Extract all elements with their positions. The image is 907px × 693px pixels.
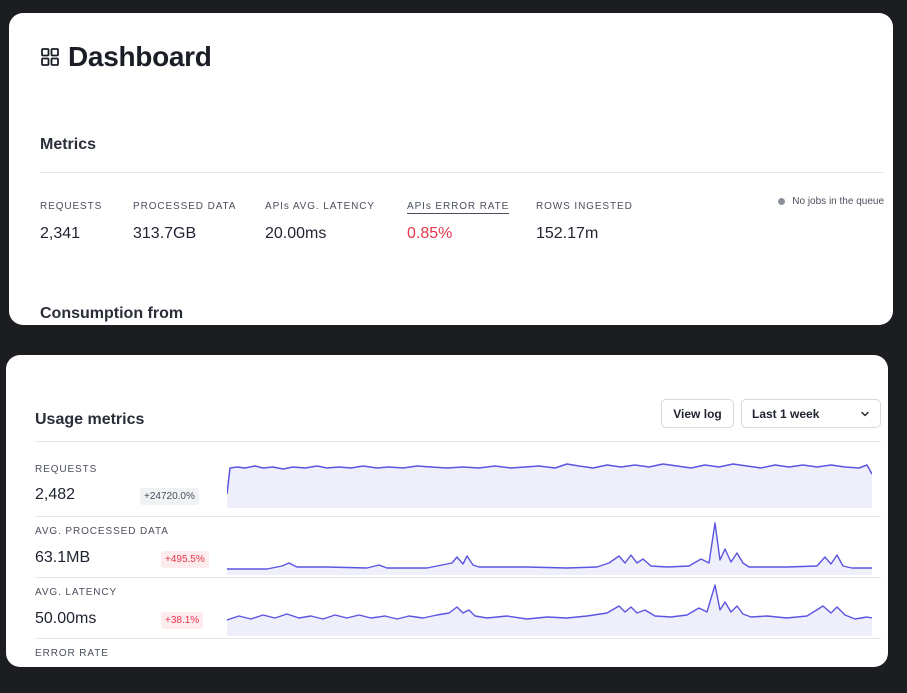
usage-row-latency: AVG. LATENCY 50.00ms +38.1%: [6, 578, 888, 638]
metric-rows-ingested: ROWS INGESTED 152.17m: [536, 196, 633, 243]
metric-value: 313.7GB: [133, 225, 197, 242]
grid-icon: [41, 48, 59, 66]
metric-value: 20.00ms: [265, 225, 327, 242]
page-header: Dashboard: [40, 41, 212, 73]
processed-data-sparkline: [227, 522, 872, 575]
usage-row-label: REQUESTS: [35, 464, 98, 475]
period-select-value: Last 1 week: [752, 406, 820, 421]
processed-data-sparkline-line: [227, 522, 872, 570]
consumption-title: Consumption from: [40, 305, 184, 322]
usage-row-processed-data: AVG. PROCESSED DATA 63.1MB +495.5%: [6, 517, 888, 577]
change-badge: +38.1%: [161, 612, 204, 629]
latency-sparkline-line: [227, 584, 872, 621]
metric-label-link[interactable]: APIs ERROR RATE: [407, 201, 510, 214]
metrics-title: Metrics: [40, 136, 97, 153]
requests-sparkline-area: [227, 464, 872, 508]
usage-row-value: 50.00ms: [35, 610, 97, 627]
status-dot-icon: [778, 198, 786, 205]
period-select[interactable]: Last 1 week: [741, 399, 881, 428]
latency-sparkline-area: [227, 585, 872, 636]
page-title: Dashboard: [68, 41, 212, 72]
metric-label: ROWS INGESTED: [536, 201, 633, 212]
usage-row-label: ERROR RATE: [35, 648, 109, 659]
metric-api-error-rate[interactable]: APIs ERROR RATE 0.85%: [407, 196, 510, 243]
metric-value: 152.17m: [536, 225, 599, 242]
queue-status: No jobs in the queue: [778, 196, 884, 207]
usage-row-value: 63.1MB: [35, 549, 91, 566]
latency-sparkline: [227, 584, 872, 636]
metric-processed-data: PROCESSED DATA 313.7GB: [133, 196, 236, 243]
chevron-down-icon: [861, 411, 869, 416]
usage-row-value: 2,482: [35, 486, 76, 503]
usage-row-label: AVG. PROCESSED DATA: [35, 526, 169, 537]
metric-label: REQUESTS: [40, 201, 103, 212]
metrics-divider: [40, 172, 884, 173]
metric-label: PROCESSED DATA: [133, 201, 237, 212]
usage-title: Usage metrics: [35, 411, 145, 428]
dashboard-panel: Dashboard Metrics REQUESTS 2,341 PROCESS…: [9, 13, 893, 325]
metric-api-latency: APIs AVG. LATENCY 20.00ms: [265, 196, 375, 243]
view-log-button[interactable]: View log: [661, 399, 734, 428]
usage-metrics-panel: Usage metrics View log Last 1 week REQUE…: [6, 355, 888, 667]
metric-value: 0.85%: [407, 225, 453, 242]
usage-row-label: AVG. LATENCY: [35, 587, 118, 598]
requests-sparkline: [227, 463, 872, 508]
change-badge: +24720.0%: [140, 488, 199, 505]
metric-value: 2,341: [40, 225, 81, 242]
queue-status-text: No jobs in the queue: [792, 196, 884, 207]
metric-label: APIs AVG. LATENCY: [265, 201, 375, 212]
metric-requests: REQUESTS 2,341: [40, 196, 102, 243]
change-badge: +495.5%: [161, 551, 209, 568]
usage-row-requests: REQUESTS 2,482 +24720.0%: [6, 442, 888, 516]
usage-row-error-rate: ERROR RATE: [6, 639, 888, 667]
